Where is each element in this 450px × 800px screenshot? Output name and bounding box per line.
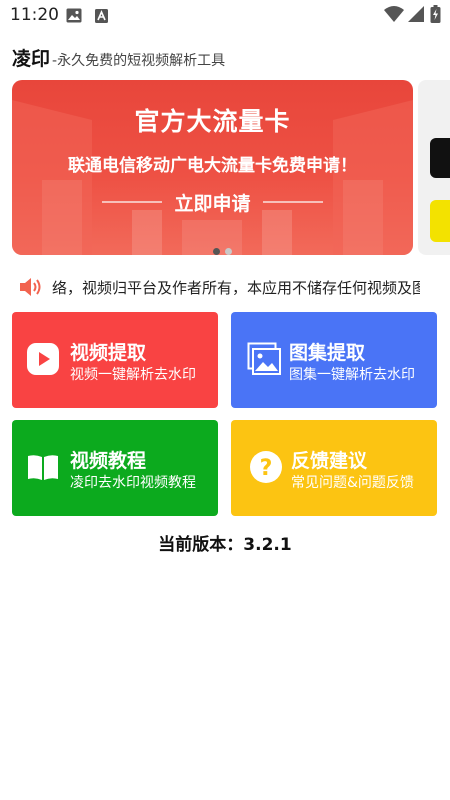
banner-apply-button[interactable]: 立即申请 [12,189,413,216]
tile-title: 视频教程 [70,450,147,472]
banner-divider-right [263,201,323,203]
tile-description: 常见问题&问题反馈 [291,475,414,491]
status-time: 11:20 [10,5,59,25]
next-banner-peek[interactable] [418,80,450,255]
feedback-tile[interactable]: ? 反馈建议 常见问题&问题反馈 [231,420,437,516]
speaker-icon [18,276,44,300]
version-label: 当前版本：3.2.1 [158,535,292,555]
tile-title: 视频提取 [70,342,147,364]
tile-description: 图集一键解析去水印 [289,367,415,383]
gallery-icon [247,342,285,380]
video-tutorial-tile[interactable]: 视频教程 凌印去水印视频教程 [12,420,218,516]
notice-text: 络，视频归平台及作者所有，本应用不储存任何视频及图 [52,279,420,297]
play-icon [26,342,64,380]
wifi-icon [384,6,404,26]
app-header: 凌印 -永久免费的短视频解析工具 [12,44,226,70]
video-extract-tile[interactable]: 视频提取 视频一键解析去水印 [12,312,218,408]
tile-title: 图集提取 [289,342,366,364]
signal-icon [408,6,424,26]
peek-dark-block [430,138,450,178]
tile-description: 视频一键解析去水印 [70,367,196,383]
tile-title: 反馈建议 [291,450,368,472]
a-badge-icon [95,8,108,27]
battery-charging-icon [430,5,441,27]
banner-title: 官方大流量卡 [134,107,291,136]
book-icon [26,450,64,488]
carousel-indicator [213,240,237,259]
gallery-extract-tile[interactable]: 图集提取 图集一键解析去水印 [231,312,437,408]
tile-description: 凌印去水印视频教程 [70,475,196,491]
image-icon [66,8,82,27]
status-bar: 11:20 [0,0,450,32]
peek-yellow-block [430,200,450,242]
app-subtitle: -永久免费的短视频解析工具 [52,53,226,69]
banner-subtitle: 联通电信移动广电大流量卡免费申请！ [68,156,357,176]
svg-text:?: ? [260,456,273,481]
app-title: 凌印 [12,48,51,70]
question-icon: ? [249,450,287,488]
promo-banner[interactable]: 官方大流量卡 联通电信移动广电大流量卡免费申请！ 立即申请 [12,80,413,255]
carousel-dot-active[interactable] [213,248,220,255]
notice-marquee: 络，视频归平台及作者所有，本应用不储存任何视频及图 [18,274,420,300]
carousel-dot[interactable] [225,248,232,255]
